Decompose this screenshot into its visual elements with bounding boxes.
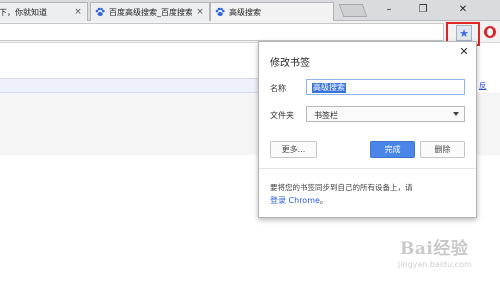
folder-label: 文件夹 [270, 111, 294, 120]
toolbar [0, 21, 500, 43]
close-window-icon[interactable]: ✕ [446, 0, 480, 18]
divider [259, 168, 476, 169]
name-field-value: 高级搜索 [312, 83, 346, 93]
opera-icon[interactable] [484, 26, 496, 38]
tab-title: 百度高级搜索_百度搜索 [109, 7, 192, 17]
tab-strip: 一下，你就知道 × 百度高级搜索_百度搜索 × 高级搜索 – ❐ ✕ [0, 0, 500, 21]
star-icon: ★ [459, 26, 469, 40]
page-highlight-strip [0, 78, 260, 93]
tab-advanced-search-results[interactable]: 百度高级搜索_百度搜索 × [90, 2, 210, 21]
name-field[interactable]: 高级搜索 [306, 79, 465, 95]
folder-select[interactable]: 书签栏 [306, 106, 465, 122]
baidu-paw-icon [95, 7, 105, 16]
browser-window: 一下，你就知道 × 百度高级搜索_百度搜索 × 高级搜索 – ❐ ✕ [0, 0, 500, 284]
sync-promo-line: 登录 Chrome。 [270, 195, 328, 206]
folder-select-value: 书签栏 [314, 111, 338, 120]
name-label: 名称 [270, 84, 286, 93]
tab-title: 高级搜索 [229, 7, 261, 17]
tab-title: 一下，你就知道 [0, 7, 47, 17]
edit-bookmark-dialog: 修改书签 ✕ 名称 高级搜索 文件夹 书签栏 更多... 完成 删除 要将您的书… [258, 41, 477, 218]
done-button[interactable]: 完成 [370, 141, 415, 158]
new-tab-button[interactable] [338, 4, 368, 17]
minimize-icon[interactable]: – [372, 0, 406, 18]
dialog-title: 修改书签 [270, 58, 310, 69]
bookmark-star-button[interactable]: ★ [456, 25, 472, 41]
baidu-jingyan-watermark: Bai经验 jingyan.baidu.com [384, 234, 494, 278]
tab-close-icon[interactable]: × [195, 7, 205, 17]
page-link[interactable]: 反 [479, 80, 487, 91]
sync-suffix: 。 [319, 196, 328, 205]
close-icon[interactable]: ✕ [458, 46, 470, 58]
remove-button[interactable]: 删除 [420, 141, 465, 158]
watermark-text: Bai经验 [400, 239, 469, 259]
sign-in-link[interactable]: 登录 Chrome [270, 196, 320, 205]
more-button[interactable]: 更多... [270, 141, 317, 158]
baidu-paw-icon [215, 7, 225, 16]
address-bar[interactable] [0, 23, 444, 41]
tab-baidu-home[interactable]: 一下，你就知道 × [0, 2, 88, 21]
maximize-icon[interactable]: ❐ [406, 0, 440, 18]
chevron-down-icon [453, 112, 459, 116]
sync-promo-text: 要将您的书签同步到自己的所有设备上，请 [270, 183, 413, 192]
tab-advanced-search[interactable]: 高级搜索 [210, 2, 334, 21]
tab-close-icon[interactable]: × [73, 7, 83, 17]
watermark-url: jingyan.baidu.com [398, 260, 472, 269]
